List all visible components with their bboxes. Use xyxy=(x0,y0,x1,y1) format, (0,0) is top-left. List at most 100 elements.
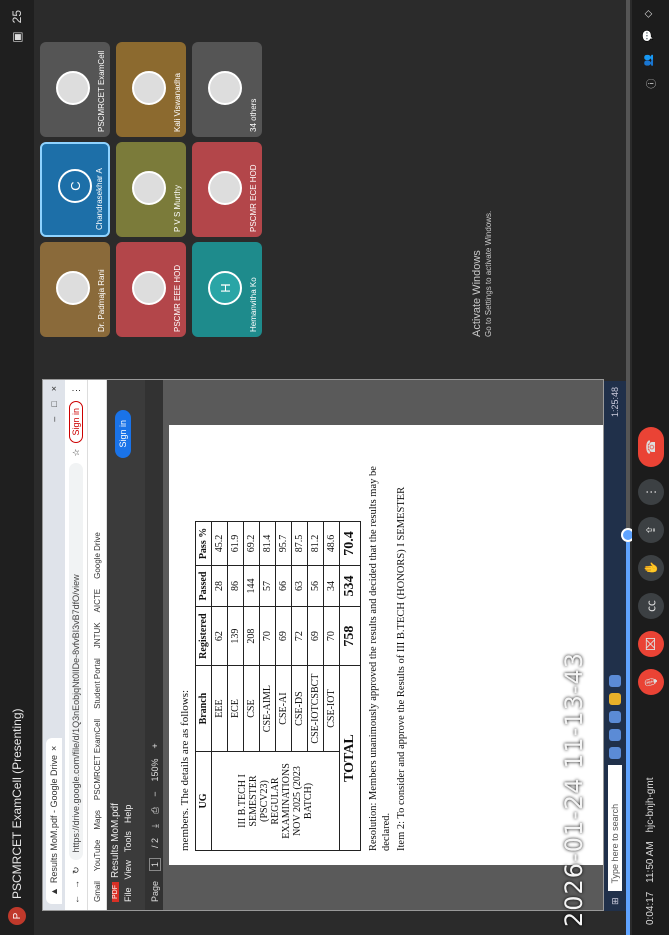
pdf-signin-button[interactable]: Sign in xyxy=(115,410,131,458)
participant-initial: H xyxy=(208,271,242,305)
bookmark-item[interactable]: Student Portal xyxy=(93,658,102,709)
participant-avatar xyxy=(132,171,166,205)
reload-icon[interactable]: ↻ xyxy=(71,866,82,874)
pdf-menu-tools[interactable]: Tools xyxy=(123,831,133,852)
table-header: Passed xyxy=(195,565,212,607)
participant-name: PSCMRCET ExamCell xyxy=(97,50,106,132)
participant-tile[interactable]: H Hemanvitha Ko xyxy=(192,242,262,337)
maximize-icon[interactable]: □ xyxy=(49,401,59,406)
participant-tile[interactable]: P V S Murthy xyxy=(116,142,186,237)
taskbar-clock: 1:25:48 xyxy=(610,387,620,418)
bookmark-item[interactable]: JNTUK xyxy=(93,622,102,648)
table-cell: 57 xyxy=(259,565,276,607)
table-total-row: TOTAL 758 534 70.4 xyxy=(339,521,361,851)
close-tab-icon[interactable]: × xyxy=(49,746,59,751)
table-cell: 139 xyxy=(227,606,244,666)
more-options-icon[interactable]: ⋮ xyxy=(637,479,664,505)
participant-avatar xyxy=(208,71,242,105)
mic-off-icon[interactable]: 🎙 xyxy=(637,669,664,695)
table-cell: 81.2 xyxy=(307,521,324,566)
pdf-viewport[interactable]: members. The details are as follows: UG … xyxy=(163,380,604,910)
resolution-text: Resolution: Members unanimously approved… xyxy=(368,466,393,851)
minimize-icon[interactable]: – xyxy=(49,417,59,422)
zoom-level[interactable]: 150% xyxy=(150,758,160,781)
print-icon[interactable]: ⎙ xyxy=(150,807,161,814)
participant-tile[interactable]: 34 others xyxy=(192,42,262,137)
participant-avatar xyxy=(56,71,90,105)
page-total: / 2 xyxy=(150,837,160,848)
participant-tile[interactable]: PSCMRCET ExamCell xyxy=(40,42,110,137)
activities-icon[interactable]: ◇ xyxy=(643,10,658,18)
page-label: Page xyxy=(150,880,160,902)
taskbar-app-icon[interactable] xyxy=(609,711,621,724)
meet-header: P PSCMRCET ExamCell (Presenting) ▣ 25 xyxy=(0,0,34,935)
bookmark-item[interactable]: AICTE xyxy=(93,589,102,613)
camera-off-icon[interactable]: ⌧ xyxy=(637,631,664,657)
hand-icon[interactable]: ✋ xyxy=(637,555,664,581)
url-field[interactable]: https://drive.google.com/file/d/1Q3nEobj… xyxy=(69,462,83,861)
presenter-avatar: P xyxy=(8,907,26,925)
participant-name: Dr. Padmaja Rani xyxy=(97,269,106,332)
download-icon[interactable]: ⤓ xyxy=(150,824,161,828)
table-cell: 69 xyxy=(275,606,292,666)
bookmark-item[interactable]: Google Drive xyxy=(93,532,102,579)
bookmark-item[interactable]: Maps xyxy=(93,810,102,830)
page-number-input[interactable]: 1 xyxy=(149,857,161,871)
taskbar-app-icon[interactable] xyxy=(609,675,621,688)
browser-signin-button[interactable]: Sign in xyxy=(69,401,83,443)
chrome-icon[interactable] xyxy=(609,693,621,706)
chat-icon[interactable]: 💬 xyxy=(643,30,658,42)
table-cell: 70 xyxy=(323,606,340,666)
participant-tile[interactable]: Kali Viswanadha xyxy=(116,42,186,137)
taskbar-app-icon[interactable] xyxy=(609,729,621,742)
meeting-code: hjc-bnjh-gmt xyxy=(645,777,656,833)
bookmark-item[interactable]: PSCMRCET ExamCell xyxy=(93,719,102,800)
bookmark-item[interactable]: YouTube xyxy=(93,840,102,871)
participant-avatar xyxy=(132,71,166,105)
participant-avatar xyxy=(208,171,242,205)
star-icon[interactable]: ☆ xyxy=(71,449,82,457)
info-icon[interactable]: ⓘ xyxy=(643,79,658,89)
present-icon[interactable]: ⇪ xyxy=(637,517,664,543)
back-icon[interactable]: ← xyxy=(71,895,81,904)
windows-start-icon[interactable]: ⊞ xyxy=(610,897,621,905)
end-call-button[interactable]: ☎ xyxy=(637,427,664,467)
forward-icon[interactable]: → xyxy=(71,880,81,889)
taskbar-search-input[interactable]: Type here to search xyxy=(608,765,622,892)
participant-tile[interactable]: PSCMR EEE HOD xyxy=(116,242,186,337)
participant-tile[interactable]: Dr. Padmaja Rani xyxy=(40,242,110,337)
captions-icon[interactable]: ㏄ xyxy=(637,593,664,619)
menu-icon[interactable]: ⋮ xyxy=(71,386,82,395)
pdf-menu-file[interactable]: File xyxy=(123,887,133,902)
photo-frame: P PSCMRCET ExamCell (Presenting) ▣ 25 ▲ … xyxy=(0,0,669,935)
participant-tile[interactable]: PSCMR ECE HOD xyxy=(192,142,262,237)
table-cell: CSE-IOT xyxy=(323,665,340,752)
address-bar: ← → ↻ https://drive.google.com/file/d/1Q… xyxy=(65,380,88,910)
browser-tab-title: Results MoM.pdf - Google Drive xyxy=(49,755,59,884)
elapsed-time: 0:04:17 xyxy=(645,891,656,925)
participant-tile[interactable]: C Chandrasekhar A xyxy=(40,142,110,237)
participant-name: Kali Viswanadha xyxy=(173,72,182,132)
taskbar-app-icon[interactable] xyxy=(609,747,621,760)
table-header: UG xyxy=(195,751,212,851)
layout-icon[interactable]: ▣ xyxy=(10,31,24,42)
pdf-menu-view[interactable]: View xyxy=(123,860,133,879)
people-icon[interactable]: 👥 xyxy=(643,54,658,66)
table-cell: CSE-DS xyxy=(291,665,308,752)
bookmark-item[interactable]: Gmail xyxy=(93,881,102,902)
playback-progress-bar[interactable] xyxy=(621,0,635,935)
pdf-header: PDF Results MoM.pdf File View Tools Help… xyxy=(107,380,145,910)
ug-cell: III B.TECH I SEMESTER (PSCV23) REGULAR E… xyxy=(211,751,340,851)
zoom-out-icon[interactable]: − xyxy=(150,791,160,796)
timestamp-overlay: 2026-01-24 11-13-43 xyxy=(560,651,588,927)
browser-tab[interactable]: ▲ Results MoM.pdf - Google Drive × xyxy=(46,737,62,904)
pdf-menu-help[interactable]: Help xyxy=(123,805,133,824)
meet-screen: P PSCMRCET ExamCell (Presenting) ▣ 25 ▲ … xyxy=(0,0,669,935)
participant-count-badge[interactable]: 25 xyxy=(10,10,24,23)
table-cell: EEE xyxy=(211,665,228,752)
table-cell: 48.6 xyxy=(323,521,340,566)
close-window-icon[interactable]: × xyxy=(49,386,59,391)
table-cell: 56 xyxy=(307,565,324,607)
zoom-in-icon[interactable]: + xyxy=(150,743,160,748)
item-text: Item 2: To consider and approve the Resu… xyxy=(396,486,408,851)
